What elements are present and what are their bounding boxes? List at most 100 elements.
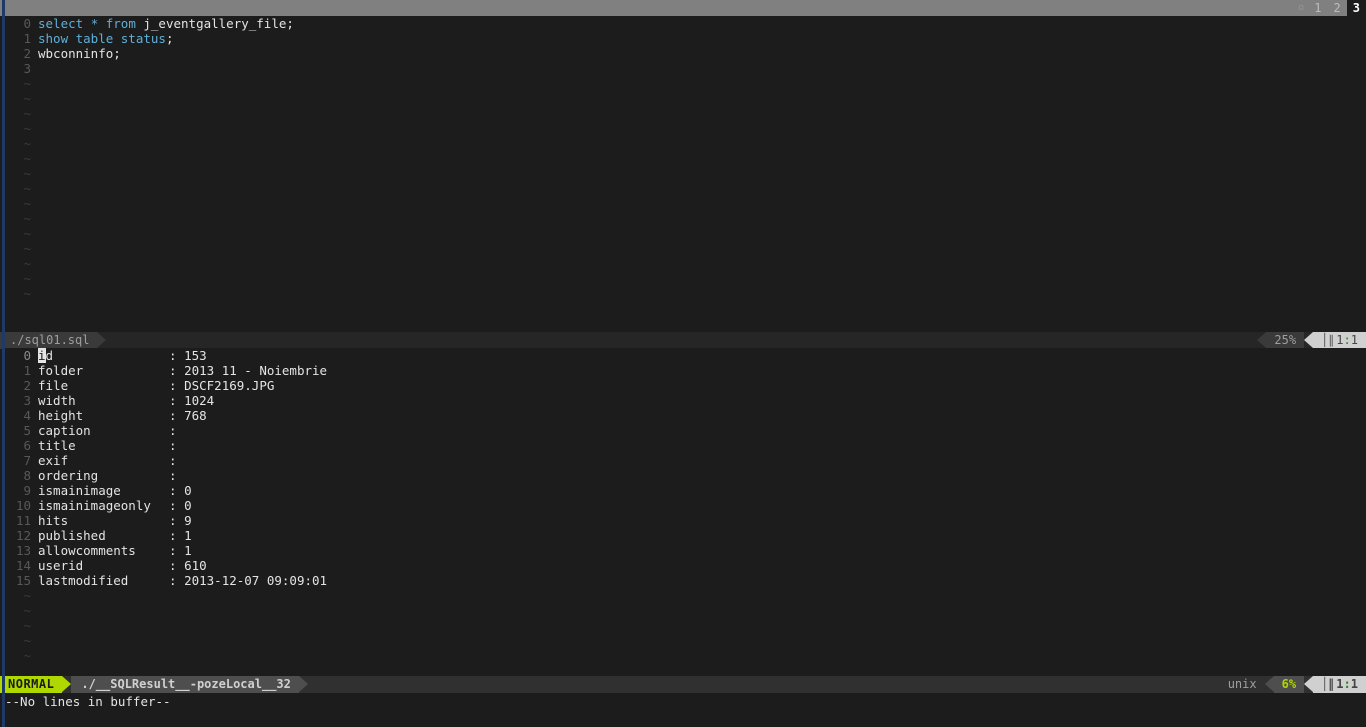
result-separator: : [169, 513, 185, 528]
line-number: 2 [23, 46, 31, 61]
result-field-name: hits [38, 513, 69, 528]
result-empty-line: ~ [5, 588, 1366, 603]
result-field-value: 153 [184, 348, 207, 363]
editor-empty-line: ~ [5, 166, 1366, 181]
editor-empty-line: ~ [5, 241, 1366, 256]
tab-3[interactable]: 3 [1346, 0, 1366, 16]
tilde-filler: ~ [23, 196, 31, 211]
editor-line[interactable]: 0 select * from j_eventgallery_file; [5, 16, 1366, 31]
statusline-sql-result: NORMAL ./__SQLResult__-pozeLocal__32 uni… [0, 676, 1366, 693]
result-separator: : [169, 558, 185, 573]
line-number: 12 [15, 528, 31, 543]
buffer-icon: ▫ [1298, 2, 1305, 13]
statusline-filename-result: ./__SQLResult__-pozeLocal__32 [71, 676, 299, 693]
editor-empty-line: ~ [5, 211, 1366, 226]
result-row[interactable]: 12 published: 1 [5, 528, 1366, 543]
result-field-value: 2013 11 - Noiembrie [184, 363, 328, 378]
line-number: 1 [23, 363, 31, 378]
result-separator: : [169, 543, 185, 558]
result-row[interactable]: 11 hits: 9 [5, 513, 1366, 528]
powerline-arrow-left-position-result [1304, 676, 1314, 692]
column-marker-icon: │∥ [1321, 333, 1335, 347]
result-separator: : [169, 408, 185, 423]
line-number: 6 [23, 438, 31, 453]
editor-line[interactable]: 3 [5, 61, 1366, 76]
statusline-position-line-result: 1 [1336, 677, 1344, 691]
statusline-position-result: │∥ 1:1 [1313, 676, 1366, 693]
result-field-value: 1 [184, 543, 192, 558]
tab-1[interactable]: 1 [1308, 0, 1327, 16]
result-row[interactable]: 1 folder: 2013 11 - Noiembrie [5, 363, 1366, 378]
sql-result-pane[interactable]: 0 id: 153 1 folder: 2013 11 - Noiembrie 2 fil… [5, 348, 1366, 676]
editor-line[interactable]: 1 show table status; [5, 31, 1366, 46]
result-row[interactable]: 6 title: [5, 438, 1366, 453]
result-field-name: title [38, 438, 76, 453]
editor-line[interactable]: 2 wbconninfo; [5, 46, 1366, 61]
result-separator: : [169, 393, 185, 408]
result-field-name: file [38, 378, 69, 393]
result-row[interactable]: 5 caption: [5, 423, 1366, 438]
line-number: 1 [23, 31, 31, 46]
result-separator: : [169, 453, 185, 468]
result-field-name: userid [38, 558, 84, 573]
result-field-name: published [38, 528, 106, 543]
result-field-name: ismainimage [38, 483, 121, 498]
result-row[interactable]: 0 id: 153 [5, 348, 1366, 363]
result-row[interactable]: 8 ordering: [5, 468, 1366, 483]
sql-text: j_eventgallery_file; [135, 16, 294, 31]
editor-empty-line: ~ [5, 121, 1366, 136]
result-row[interactable]: 13 allowcomments: 1 [5, 543, 1366, 558]
line-number: 14 [15, 558, 31, 573]
tab-2[interactable]: 2 [1328, 0, 1347, 16]
result-field-name: lastmodified [38, 573, 129, 588]
powerline-arrow-left-percent [1264, 676, 1274, 692]
statusline-position-col-result: 1 [1350, 677, 1358, 691]
result-row[interactable]: 4 height: 768 [5, 408, 1366, 423]
result-row[interactable]: 2 file: DSCF2169.JPG [5, 378, 1366, 393]
tilde-filler: ~ [23, 76, 31, 91]
tabline: ▫ 1 2 3 [0, 0, 1366, 16]
editor-empty-line: ~ [5, 91, 1366, 106]
line-number: 7 [23, 453, 31, 468]
editor-empty-line: ~ [5, 151, 1366, 166]
vim-mode-indicator: NORMAL [0, 676, 63, 693]
tilde-filler: ~ [23, 106, 31, 121]
result-empty-line: ~ [5, 648, 1366, 663]
line-number: 13 [15, 543, 31, 558]
powerline-arrow-left [1257, 332, 1267, 348]
result-field-name: ismainimageonly [38, 498, 151, 513]
tilde-filler: ~ [23, 136, 31, 151]
tilde-filler: ~ [23, 588, 31, 603]
editor-empty-line: ~ [5, 106, 1366, 121]
vim-command-line[interactable]: --No lines in buffer-- [5, 693, 1366, 710]
result-row[interactable]: 14 userid: 610 [5, 558, 1366, 573]
line-number: 0 [23, 16, 31, 31]
tilde-filler: ~ [23, 181, 31, 196]
result-field-name: id [38, 348, 54, 363]
result-row[interactable]: 9 ismainimage: 0 [5, 483, 1366, 498]
result-row[interactable]: 3 width: 1024 [5, 393, 1366, 408]
result-field-name: exif [38, 453, 69, 468]
statusline-spacer [106, 332, 1257, 349]
editor-empty-line: ~ [5, 226, 1366, 241]
sql-editor-pane[interactable]: 0 select * from j_eventgallery_file; 1 show… [5, 16, 1366, 332]
result-separator: : [169, 573, 185, 588]
result-field-name: allowcomments [38, 543, 136, 558]
result-empty-line: ~ [5, 618, 1366, 633]
result-field-name: caption [38, 423, 91, 438]
result-field-value: 2013-12-07 09:09:01 [184, 573, 328, 588]
powerline-arrow-mode [62, 676, 72, 692]
statusline-percent-result: 6% [1273, 676, 1305, 693]
result-row[interactable]: 10 ismainimageonly: 0 [5, 498, 1366, 513]
statusline-position-sql: │∥ 1:1 [1313, 332, 1366, 349]
editor-empty-line: ~ [5, 196, 1366, 211]
result-separator: : [169, 438, 185, 453]
sql-keyword: select [38, 16, 84, 31]
tilde-filler: ~ [23, 121, 31, 136]
tilde-filler: ~ [23, 91, 31, 106]
result-row[interactable]: 15 lastmodified: 2013-12-07 09:09:01 [5, 573, 1366, 588]
tilde-filler: ~ [23, 648, 31, 663]
editor-empty-line: ~ [5, 76, 1366, 91]
result-row[interactable]: 7 exif: [5, 453, 1366, 468]
